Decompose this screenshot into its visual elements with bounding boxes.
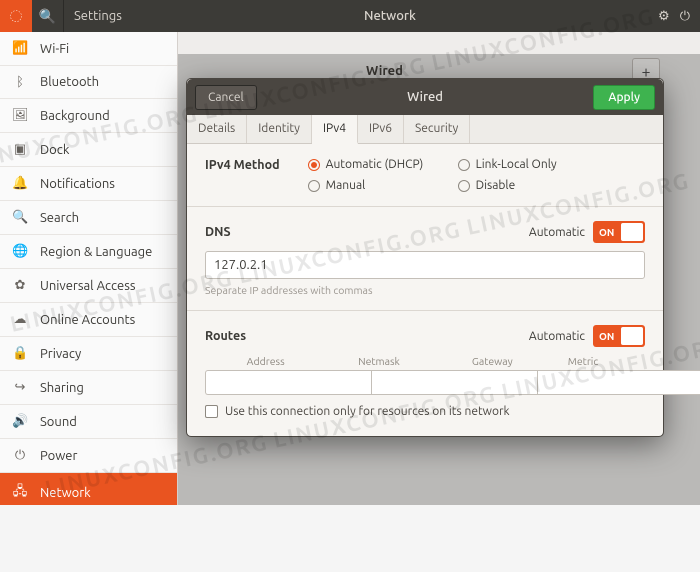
sidebar-icon: 🖼 <box>12 108 28 123</box>
sidebar-item-label: Bluetooth <box>40 75 99 89</box>
tab-ipv4[interactable]: IPv4 <box>312 115 358 144</box>
dns-automatic-label: Automatic <box>529 226 585 239</box>
ipv4-method-radio-disable[interactable]: Disable <box>458 179 598 192</box>
route-row: ⊖ <box>205 370 645 395</box>
sidebar-item-search[interactable]: 🔍 Search <box>0 201 177 235</box>
sidebar-item-sharing[interactable]: ↪ Sharing <box>0 371 177 405</box>
apply-button[interactable]: Apply <box>593 85 655 110</box>
gear-icon[interactable]: ⚙ <box>658 9 670 24</box>
sidebar-icon: 🖧 <box>12 482 28 504</box>
sidebar-icon: ☁ <box>12 312 28 327</box>
sidebar-item-power[interactable]: ⏻ Power <box>0 439 177 473</box>
ipv4-method-radio-manual[interactable]: Manual <box>308 179 458 192</box>
power-icon[interactable]: ⏻ <box>680 9 690 24</box>
sidebar-item-region-language[interactable]: 🌐 Region & Language <box>0 235 177 269</box>
routes-automatic-toggle[interactable]: ON <box>593 325 645 347</box>
sidebar-item-label: Search <box>40 211 79 225</box>
routes-section-label: Routes <box>205 329 246 343</box>
ipv4-method-label: IPv4 Method <box>205 158 280 172</box>
sidebar-icon: ▣ <box>12 142 28 157</box>
dns-servers-input[interactable] <box>205 251 645 279</box>
sidebar-icon: 🔊 <box>12 414 28 429</box>
sidebar-item-universal-access[interactable]: ✿ Universal Access <box>0 269 177 303</box>
only-resources-checkbox[interactable] <box>205 405 218 418</box>
dialog-title: Wired <box>257 90 594 104</box>
sidebar-item-wi-fi[interactable]: 📶 Wi-Fi <box>0 32 177 66</box>
sidebar-item-privacy[interactable]: 🔒 Privacy <box>0 337 177 371</box>
sidebar-icon: 🔒 <box>12 346 28 361</box>
ipv4-method-radio-automatic-dhcp-[interactable]: Automatic (DHCP) <box>308 158 458 171</box>
sidebar-item-notifications[interactable]: 🔔 Notifications <box>0 167 177 201</box>
sidebar-item-sound[interactable]: 🔊 Sound <box>0 405 177 439</box>
sidebar-item-network[interactable]: 🖧 Network <box>0 473 177 505</box>
sidebar-item-label: Region & Language <box>40 245 152 259</box>
dns-section-label: DNS <box>205 225 231 239</box>
sidebar-item-label: Universal Access <box>40 279 135 293</box>
settings-sidebar: 📶 Wi-Fi ᛒ Bluetooth 🖼 Background ▣ Dock 🔔 Notific… <box>0 32 178 505</box>
dialog-tabs: DetailsIdentityIPv4IPv6Security <box>187 115 663 144</box>
tab-ipv6[interactable]: IPv6 <box>358 115 404 143</box>
sidebar-icon: 🔍 <box>12 210 28 225</box>
route-address-input[interactable] <box>205 370 371 395</box>
routes-automatic-label: Automatic <box>529 330 585 343</box>
dns-hint: Separate IP addresses with commas <box>205 284 645 296</box>
topbar: ◌ 🔍 Settings Network ⚙ ⏻ <box>0 0 700 32</box>
sidebar-icon: 🔔 <box>12 176 28 191</box>
tab-details[interactable]: Details <box>187 115 247 143</box>
sidebar-icon: 📶 <box>12 41 28 56</box>
connection-editor-dialog: Cancel Wired Apply DetailsIdentityIPv4IP… <box>186 78 664 437</box>
sidebar-item-label: Dock <box>40 143 69 157</box>
sidebar-icon: ⏻ <box>12 448 28 463</box>
sidebar-item-background[interactable]: 🖼 Background <box>0 99 177 133</box>
ipv4-method-radio-link-local-only[interactable]: Link-Local Only <box>458 158 598 171</box>
sidebar-icon: 🌐 <box>12 244 28 259</box>
sidebar-item-label: Online Accounts <box>40 313 135 327</box>
route-header-address: Address <box>209 355 322 367</box>
sidebar-item-label: Notifications <box>40 177 115 191</box>
sidebar-icon: ↪ <box>12 380 28 395</box>
window-title: Network <box>122 9 658 23</box>
sidebar-item-label: Wi-Fi <box>40 42 69 56</box>
route-netmask-input[interactable] <box>371 370 537 395</box>
sidebar-item-bluetooth[interactable]: ᛒ Bluetooth <box>0 66 177 99</box>
tab-identity[interactable]: Identity <box>247 115 312 143</box>
sidebar-item-label: Network <box>40 486 91 500</box>
sidebar-item-label: Sharing <box>40 381 84 395</box>
only-resources-label: Use this connection only for resources o… <box>225 405 510 418</box>
route-header-netmask: Netmask <box>322 355 435 367</box>
routes-table: AddressNetmaskGatewayMetric ⊖ <box>205 355 645 395</box>
sidebar-item-label: Power <box>40 449 77 463</box>
sidebar-item-label: Sound <box>40 415 77 429</box>
search-icon[interactable]: 🔍 <box>32 0 64 32</box>
sidebar-item-dock[interactable]: ▣ Dock <box>0 133 177 167</box>
app-title: Settings <box>64 9 122 23</box>
dns-automatic-toggle[interactable]: ON <box>593 221 645 243</box>
route-header-metric: Metric <box>549 355 617 367</box>
ubuntu-logo-icon[interactable]: ◌ <box>0 0 32 32</box>
sidebar-item-online-accounts[interactable]: ☁ Online Accounts <box>0 303 177 337</box>
sidebar-item-label: Privacy <box>40 347 81 361</box>
sidebar-item-label: Background <box>40 109 110 123</box>
sidebar-icon: ᛒ <box>12 75 28 89</box>
dialog-header: Cancel Wired Apply <box>187 79 663 115</box>
sidebar-icon: ✿ <box>12 278 28 293</box>
system-status-area[interactable]: ⚙ ⏻ <box>658 9 700 24</box>
tab-security[interactable]: Security <box>404 115 470 143</box>
cancel-button[interactable]: Cancel <box>195 85 257 110</box>
route-header-gateway: Gateway <box>436 355 549 367</box>
route-gateway-input[interactable] <box>537 370 700 395</box>
